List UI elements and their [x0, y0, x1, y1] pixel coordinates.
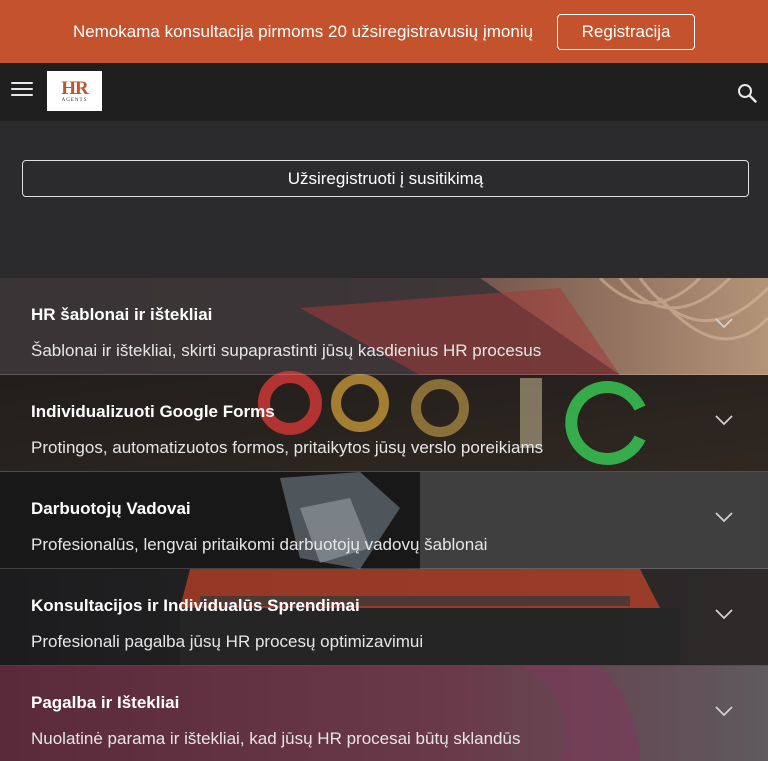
accordion-item-title: Darbuotojų Vadovai: [31, 499, 191, 518]
search-icon[interactable]: [737, 83, 757, 103]
accordion-item-title: Individualizuoti Google Forms: [31, 402, 275, 421]
chevron-down-icon[interactable]: [714, 607, 734, 621]
services-accordion: HR šablonai ir ištekliai Šablonai ir išt…: [0, 278, 768, 761]
promo-text: Nemokama konsultacija pirmoms 20 užsireg…: [72, 21, 534, 41]
logo-subtitle: AGENTS: [61, 97, 88, 103]
chevron-down-icon[interactable]: [714, 704, 734, 718]
logo[interactable]: HR AGENTS: [47, 71, 102, 111]
page: Nemokama konsultacija pirmoms 20 užsireg…: [0, 0, 768, 761]
accordion-item[interactable]: Konsultacijos ir Individualūs Sprendimai…: [0, 569, 768, 666]
accordion-item-description: Profesionalūs, lengvai pritaikomi darbuo…: [31, 535, 488, 554]
accordion-item-title: HR šablonai ir ištekliai: [31, 305, 213, 324]
accordion-item-description: Šablonai ir ištekliai, skirti supaprasti…: [31, 341, 542, 360]
chevron-down-icon[interactable]: [714, 510, 734, 524]
promo-banner: Nemokama konsultacija pirmoms 20 užsireg…: [0, 0, 768, 63]
accordion-item-description: Nuolatinė parama ir ištekliai, kad jūsų …: [31, 729, 521, 748]
accordion-item-title: Pagalba ir Ištekliai: [31, 693, 180, 712]
logo-mark: HR: [61, 77, 88, 99]
book-meeting-button[interactable]: Užsiregistruoti į susitikimą: [22, 160, 749, 197]
register-button[interactable]: Registracija: [557, 13, 696, 50]
accordion-item[interactable]: Pagalba ir Ištekliai Nuolatinė parama ir…: [0, 666, 768, 761]
chevron-down-icon[interactable]: [714, 316, 734, 330]
site-header: HR AGENTS: [0, 63, 768, 121]
accordion-item-description: Profesionali pagalba jūsų HR procesų opt…: [31, 632, 424, 651]
accordion-item[interactable]: Individualizuoti Google Forms Protingos,…: [0, 375, 768, 472]
chevron-down-icon[interactable]: [714, 413, 734, 427]
hamburger-menu-icon[interactable]: [11, 82, 33, 100]
hero-section: Užsiregistruoti į susitikimą: [0, 121, 768, 278]
accordion-item[interactable]: HR šablonai ir ištekliai Šablonai ir išt…: [0, 278, 768, 375]
accordion-item-description: Protingos, automatizuotos formos, pritai…: [31, 438, 544, 457]
accordion-item[interactable]: Darbuotojų Vadovai Profesionalūs, lengva…: [0, 472, 768, 569]
accordion-item-title: Konsultacijos ir Individualūs Sprendimai: [31, 596, 360, 615]
